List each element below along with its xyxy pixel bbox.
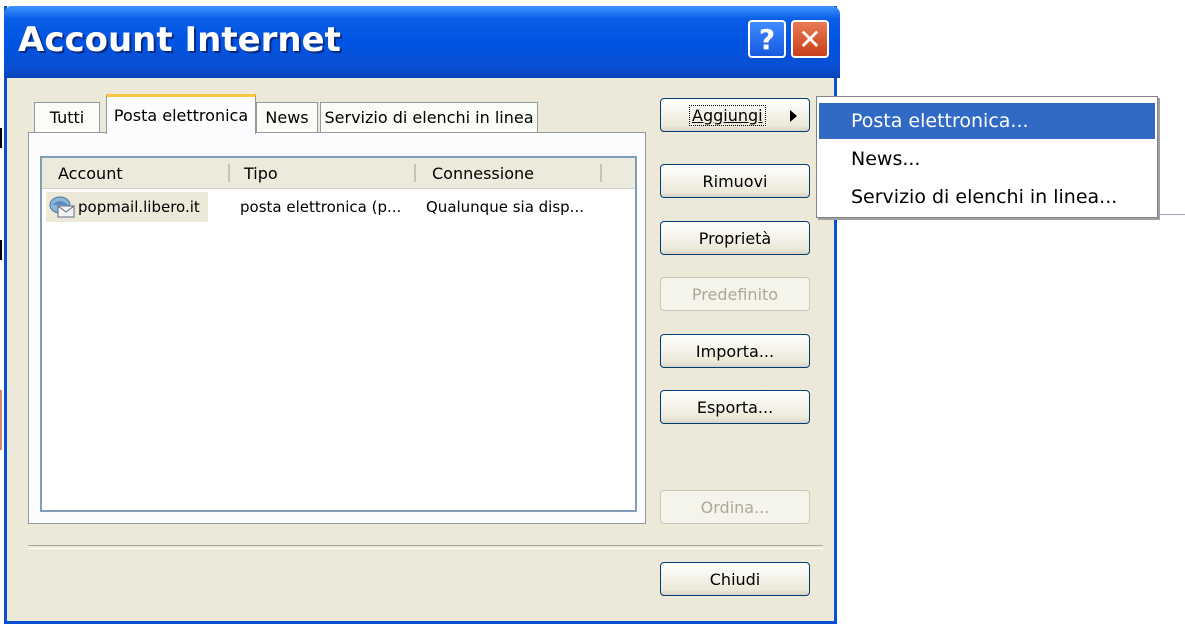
help-button[interactable]: ? [748,20,786,58]
tab-label: News [265,108,309,127]
close-icon: ✕ [798,22,822,56]
window-title: Account Internet [18,20,341,60]
account-type: posta elettronica (p... [240,198,402,216]
add-button[interactable]: Aggiungi [660,98,810,132]
add-submenu: Posta elettronica... News... Servizio di… [816,96,1158,218]
tab-tutti[interactable]: Tutti [34,102,100,132]
list-header: Account Tipo Connessione [42,158,635,189]
remove-button[interactable]: Rimuovi [660,164,810,198]
accounts-list[interactable]: Account Tipo Connessione popmail.libero.… [40,156,637,512]
tab-label: Tutti [49,108,85,127]
divider [28,545,823,549]
export-button[interactable]: Esporta... [660,390,810,424]
column-header-account[interactable]: Account [42,158,230,188]
properties-button[interactable]: Proprietà [660,221,810,255]
title-bar[interactable]: Account Internet ? ✕ [4,6,840,78]
account-name: popmail.libero.it [78,198,200,216]
arrow-right-icon [790,110,797,122]
button-label: Chiudi [709,569,761,589]
button-label: Ordina... [700,497,770,517]
column-header-tipo[interactable]: Tipo [230,158,416,188]
tab-servizio-elenchi[interactable]: Servizio di elenchi in linea [320,102,538,132]
button-label: Rimuovi [702,171,768,191]
close-dialog-button[interactable]: Chiudi [660,562,810,596]
button-label: Esporta... [696,397,774,417]
tab-news[interactable]: News [256,102,318,132]
background-mark [0,128,2,148]
order-button[interactable]: Ordina... [660,490,810,524]
tab-posta-elettronica[interactable]: Posta elettronica [106,94,256,134]
column-label: Account [58,163,123,183]
account-connection: Qualunque sia disp... [426,198,584,216]
column-label: Tipo [244,163,278,183]
background-line [1158,214,1185,215]
close-button[interactable]: ✕ [791,20,829,58]
menu-item-servizio-elenchi[interactable]: Servizio di elenchi in linea... [819,179,1155,215]
menu-item-label: Posta elettronica... [851,110,1029,132]
menu-item-label: News... [851,148,921,170]
menu-item-news[interactable]: News... [819,141,1155,177]
set-default-button[interactable]: Predefinito [660,277,810,311]
help-icon: ? [758,22,776,56]
import-button[interactable]: Importa... [660,334,810,368]
column-header-connessione[interactable]: Connessione [416,158,602,188]
menu-item-posta-elettronica[interactable]: Posta elettronica... [819,103,1155,139]
screen: Account Internet ? ✕ Tutti News Servizio… [0,0,1185,624]
column-label: Connessione [432,163,534,183]
button-label: Importa... [695,341,775,361]
tab-label: Posta elettronica [113,106,249,125]
background-mark [0,240,2,260]
tab-label: Servizio di elenchi in linea [324,108,534,127]
add-button-label: Aggiungi [689,104,766,126]
button-label: Proprietà [698,228,772,248]
list-item[interactable]: popmail.libero.it posta elettronica (p..… [42,192,635,222]
account-cell: popmail.libero.it [46,192,208,222]
button-label: Predefinito [691,284,779,304]
mail-account-icon [49,196,75,218]
background-mark [0,390,2,450]
menu-item-label: Servizio di elenchi in linea... [851,186,1118,208]
